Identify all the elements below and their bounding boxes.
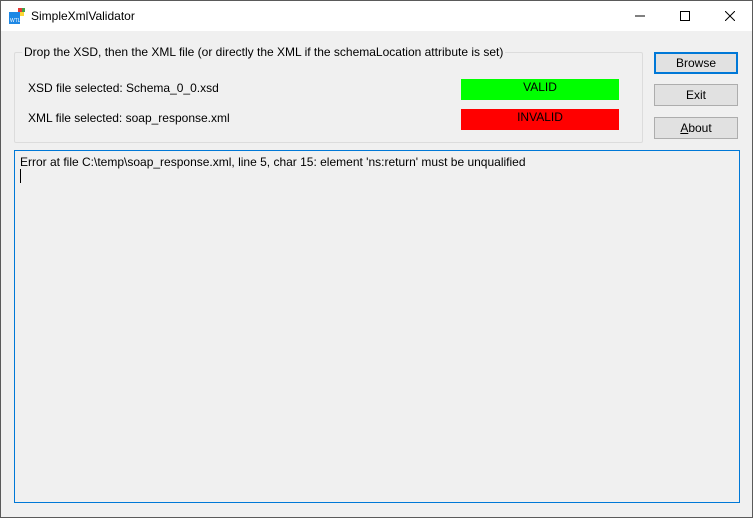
maximize-button[interactable]: [662, 1, 707, 31]
error-message: Error at file C:\temp\soap_response.xml,…: [20, 155, 526, 169]
minimize-button[interactable]: [617, 1, 662, 31]
group-legend: Drop the XSD, then the XML file (or dire…: [22, 45, 506, 59]
main-window: WTL SimpleXmlValidator Drop the XSD, the…: [0, 0, 753, 518]
xml-status-badge: INVALID: [461, 109, 619, 130]
title-bar[interactable]: WTL SimpleXmlValidator: [1, 1, 752, 31]
xsd-file-label: XSD file selected: Schema_0_0.xsd: [28, 81, 219, 95]
about-label: bout: [688, 121, 712, 135]
browse-button[interactable]: Browse: [654, 52, 738, 74]
output-textarea[interactable]: Error at file C:\temp\soap_response.xml,…: [14, 150, 740, 503]
exit-button[interactable]: Exit: [654, 84, 738, 106]
window-title: SimpleXmlValidator: [31, 9, 135, 23]
minimize-icon: [634, 15, 645, 17]
xml-file-label: XML file selected: soap_response.xml: [28, 111, 230, 125]
maximize-icon: [679, 11, 690, 21]
text-caret: [20, 169, 21, 183]
about-button[interactable]: About: [654, 117, 738, 139]
svg-text:WTL: WTL: [10, 18, 21, 24]
xsd-status-badge: VALID: [461, 79, 619, 100]
close-icon: [724, 11, 735, 21]
close-button[interactable]: [707, 1, 752, 31]
about-mnemonic: A: [680, 121, 689, 135]
app-icon: WTL: [9, 8, 25, 24]
file-drop-group[interactable]: Drop the XSD, then the XML file (or dire…: [14, 45, 643, 143]
